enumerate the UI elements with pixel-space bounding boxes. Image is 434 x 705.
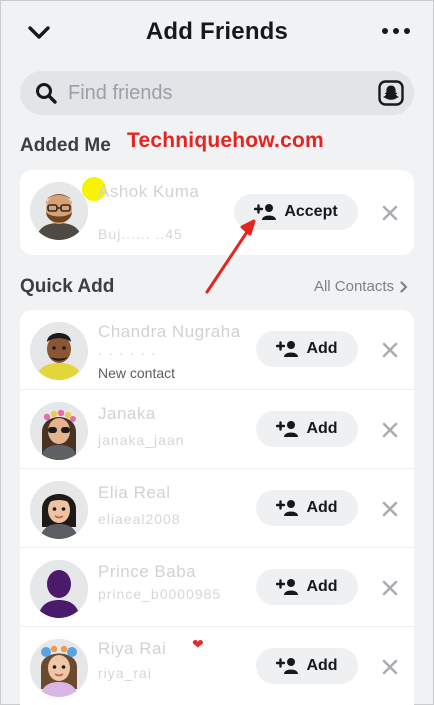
friend-name: Prince Baba <box>98 562 197 581</box>
add-button[interactable]: Add <box>256 569 358 605</box>
snapcode-ghost-icon[interactable] <box>378 80 404 106</box>
friend-subtitle: eliaeal2008 <box>98 511 181 527</box>
add-label: Add <box>306 499 338 516</box>
search-input[interactable] <box>68 78 358 108</box>
header: Add Friends <box>0 0 434 66</box>
section-title-quick-add: Quick Add <box>20 276 115 297</box>
add-button[interactable]: Add <box>256 411 358 447</box>
avatar <box>30 639 88 697</box>
friend-subtitle: janaka_jaan <box>98 432 185 448</box>
quick-add-card: Chandra Nugraha · · · · · · New contact … <box>20 310 414 705</box>
close-icon[interactable] <box>380 499 400 519</box>
friend-subtitle: Buj...... ..45 <box>98 226 183 242</box>
add-friend-icon <box>276 658 299 674</box>
list-item[interactable]: Prince Baba prince_b0000985 Add <box>20 547 414 626</box>
friend-subtitle: riya_rai <box>98 665 152 681</box>
more-options-icon[interactable] <box>382 28 410 38</box>
add-friend-icon <box>276 500 299 516</box>
add-button[interactable]: Add <box>256 490 358 526</box>
list-item[interactable]: Chandra Nugraha · · · · · · New contact … <box>20 310 414 389</box>
friend-subtitle: New contact <box>98 365 176 381</box>
add-friend-icon <box>276 421 299 437</box>
watermark-text: Techniquehow.com <box>127 129 324 152</box>
all-contacts-label: All Contacts <box>313 278 394 295</box>
list-item[interactable]: Elia Real eliaeal2008 Add <box>20 468 414 547</box>
friend-subtitle: prince_b0000985 <box>98 586 222 602</box>
friend-name: Ashok Kuma <box>98 182 200 201</box>
list-item[interactable]: Janaka janaka_jaan Add <box>20 389 414 468</box>
search-bar[interactable] <box>20 71 414 115</box>
add-button[interactable]: Add <box>256 331 358 367</box>
all-contacts-link[interactable]: All Contacts <box>314 278 408 295</box>
chevron-right-icon <box>400 280 408 293</box>
page-title: Add Friends <box>145 18 289 45</box>
friend-name: Elia Real <box>98 483 171 502</box>
friend-username: · · · · · · <box>98 345 157 361</box>
avatar <box>30 481 88 539</box>
add-label: Add <box>306 657 338 674</box>
avatar <box>30 182 88 240</box>
list-item[interactable]: Ashok Kuma Buj...... ..45 Accept <box>20 170 414 255</box>
list-item[interactable]: Riya Rai ❤ riya_rai Add <box>20 626 414 705</box>
avatar <box>30 402 88 460</box>
friend-name: Riya Rai <box>98 639 167 658</box>
section-title-added-me: Added Me <box>20 135 111 156</box>
avatar <box>30 322 88 380</box>
close-icon[interactable] <box>380 657 400 677</box>
add-friend-icon <box>254 204 277 220</box>
search-icon <box>36 83 57 104</box>
heart-icon: ❤ <box>192 636 204 652</box>
close-icon[interactable] <box>380 578 400 598</box>
close-icon[interactable] <box>380 420 400 440</box>
avatar <box>30 560 88 618</box>
friend-name: Janaka <box>98 404 156 423</box>
add-friend-icon <box>276 579 299 595</box>
add-label: Add <box>306 420 338 437</box>
accept-button[interactable]: Accept <box>234 194 358 230</box>
accept-label: Accept <box>284 203 338 220</box>
close-icon[interactable] <box>380 340 400 360</box>
add-button[interactable]: Add <box>256 648 358 684</box>
add-label: Add <box>306 340 338 357</box>
add-label: Add <box>306 578 338 595</box>
added-me-card: Ashok Kuma Buj...... ..45 Accept <box>20 170 414 255</box>
add-friend-icon <box>276 341 299 357</box>
close-icon[interactable] <box>380 203 400 223</box>
friend-name: Chandra Nugraha <box>98 322 241 341</box>
